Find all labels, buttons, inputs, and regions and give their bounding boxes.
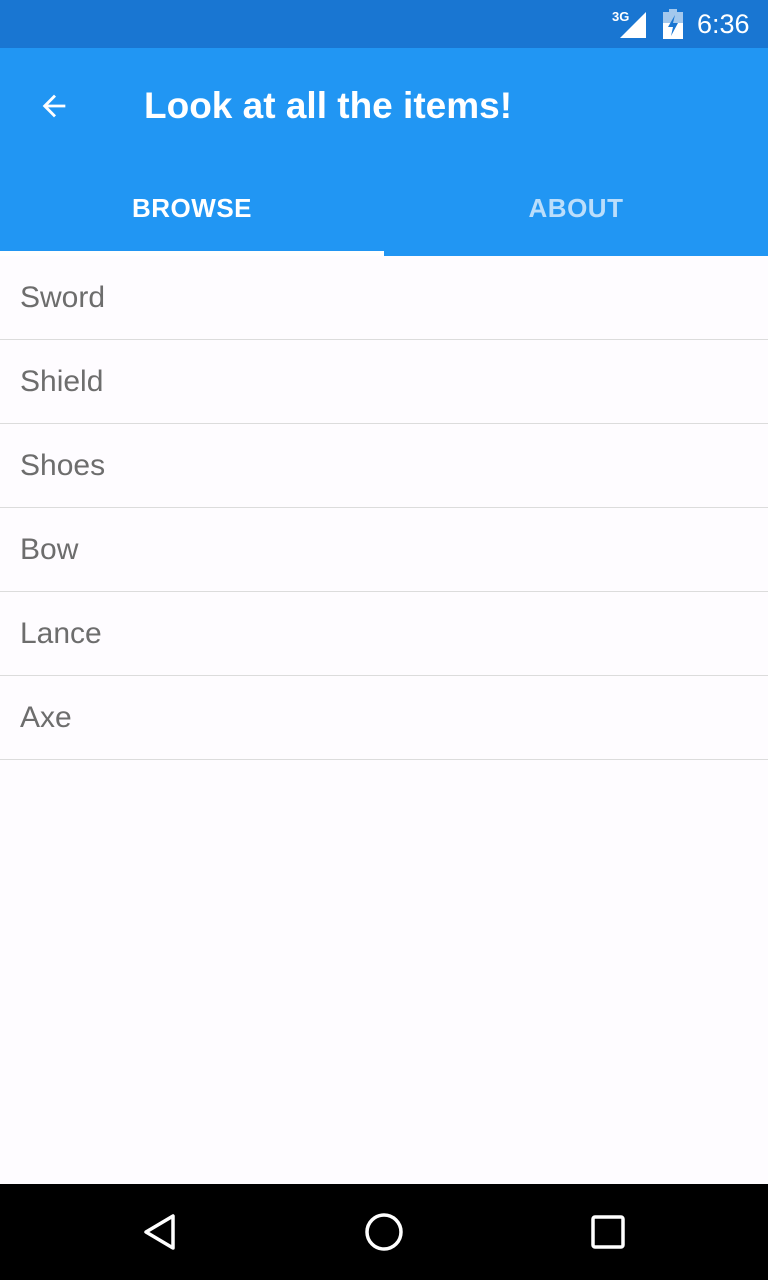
battery-icon [663,9,683,39]
arrow-back-icon [42,94,66,118]
list-item[interactable]: Bow [0,508,768,592]
back-button[interactable] [26,78,82,134]
list-item-label: Shield [20,364,104,398]
tab-about[interactable]: ABOUT [384,160,768,256]
back-triangle-icon [144,1214,175,1250]
list-item-label: Sword [20,280,106,314]
page-title: Look at all the items! [144,85,513,126]
items-list: Sword Shield Shoes Bow Lance Axe [0,256,768,760]
home-circle-icon [365,1213,403,1251]
nav-recents-button[interactable] [584,1208,632,1256]
list-item-label: Bow [20,532,79,566]
app-bar: Look at all the items! [0,48,768,160]
system-nav-bar [0,1184,768,1280]
status-clock: 6:36 [697,9,750,39]
list-item-label: Lance [20,616,102,650]
list-item[interactable]: Axe [0,676,768,760]
list-item-label: Axe [20,700,72,734]
tab-browse[interactable]: BROWSE [0,160,384,256]
signal-icon [620,12,646,38]
nav-home-button[interactable] [360,1208,408,1256]
status-bar: 3G 6:36 [0,0,768,48]
list-item[interactable]: Sword [0,256,768,340]
recents-square-icon [591,1215,625,1249]
list-item[interactable]: Lance [0,592,768,676]
screen: 3G 6:36 Look at all the items! BROWSE AB… [0,0,768,1280]
tab-bar: BROWSE ABOUT [0,160,768,256]
tab-about-label: ABOUT [528,192,624,223]
list-item[interactable]: Shoes [0,424,768,508]
list-item[interactable]: Shield [0,340,768,424]
nav-back-button[interactable] [136,1208,184,1256]
tab-browse-label: BROWSE [132,192,252,223]
list-item-label: Shoes [20,448,106,482]
